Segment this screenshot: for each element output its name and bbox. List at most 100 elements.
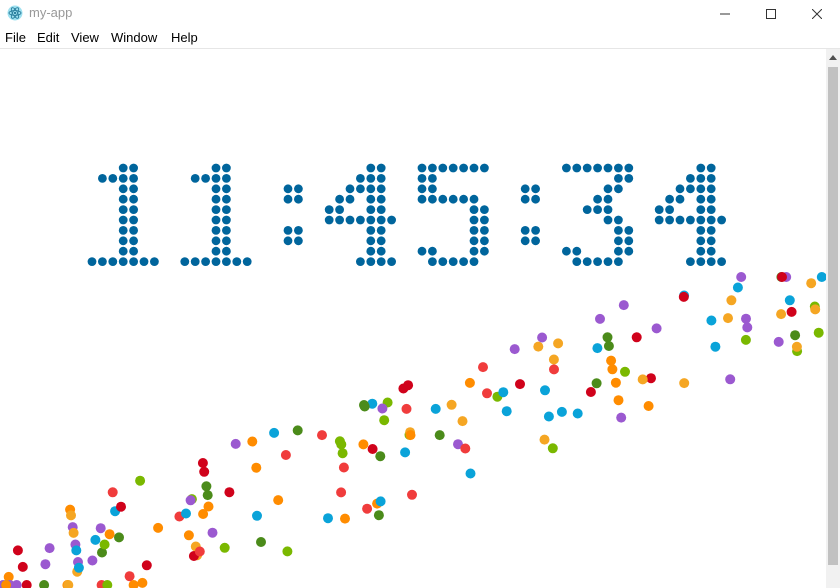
ball (810, 304, 821, 315)
vertical-scrollbar[interactable] (826, 49, 840, 588)
clock-dot (335, 194, 344, 204)
ball (141, 560, 152, 571)
clock-dot (345, 215, 355, 225)
maximize-button[interactable] (748, 0, 794, 28)
ball (336, 439, 347, 450)
ball (116, 501, 126, 512)
close-button[interactable] (794, 0, 840, 28)
clock-dot (717, 257, 726, 266)
clock-dot (469, 236, 479, 246)
ball (153, 522, 164, 533)
clock-dot (706, 205, 716, 215)
clock-dot (366, 163, 376, 173)
clock-dot (614, 174, 623, 183)
ball (128, 580, 139, 588)
clock-dot (283, 236, 293, 246)
clock-digit (324, 163, 396, 266)
clock-dot (438, 257, 448, 266)
ball (725, 374, 736, 385)
minimize-button[interactable] (702, 0, 748, 28)
ball (741, 313, 751, 324)
clock-dot (294, 226, 303, 235)
ball (90, 534, 101, 545)
ball (813, 327, 824, 338)
ball (606, 355, 617, 366)
clock-digit (87, 163, 159, 266)
clock-dot (428, 194, 437, 204)
clock-dot (603, 163, 613, 173)
clock-dot (118, 184, 128, 194)
clock-digit (417, 163, 489, 266)
ball (401, 403, 412, 414)
ball (539, 434, 550, 445)
menu-window[interactable]: Window (111, 30, 157, 45)
clock-dot (696, 246, 706, 256)
clock-dot (222, 246, 231, 256)
clock-dot (448, 163, 458, 173)
ball (591, 378, 602, 389)
clock-dot (129, 205, 139, 215)
clock-dot (696, 215, 706, 225)
clock-dot (118, 163, 128, 173)
clock-dot (376, 205, 386, 215)
clock-dot (520, 226, 530, 235)
ball (434, 430, 445, 441)
ball (375, 451, 386, 462)
clock-dot (180, 257, 190, 266)
clock-dot (222, 174, 231, 183)
clock-dot (294, 194, 303, 204)
clock-dot (366, 236, 376, 246)
clock-dot (686, 174, 695, 183)
ball (777, 272, 787, 282)
clock-dot (129, 163, 139, 173)
clock-dot (696, 205, 706, 215)
menu-edit[interactable]: Edit (37, 30, 59, 45)
ball (620, 366, 630, 377)
clock-dot (520, 184, 530, 194)
ball (73, 562, 84, 573)
clock-dot (345, 194, 355, 204)
clock-dot (480, 246, 489, 256)
clock-dot (376, 246, 386, 256)
clock-dot (118, 205, 128, 215)
clock-dot (469, 194, 479, 204)
clock-dot (376, 174, 386, 183)
ball (207, 527, 218, 538)
clock-dot (417, 194, 427, 204)
ball (465, 468, 476, 479)
clock-dot (696, 163, 706, 173)
clock-dot (118, 246, 128, 256)
clock-dot (324, 215, 334, 225)
menu-file[interactable]: File (5, 30, 26, 45)
ball (230, 438, 241, 449)
clock-dot (222, 257, 231, 266)
clock-dot (696, 194, 706, 204)
scroll-thumb[interactable] (828, 67, 838, 565)
ball (17, 561, 28, 572)
clock-dot (324, 205, 334, 215)
clock-dot (603, 257, 613, 266)
ball (95, 523, 106, 534)
ball (549, 364, 559, 375)
ball (430, 403, 441, 414)
clock-dot (98, 174, 107, 183)
clock-dot (696, 226, 706, 235)
clock-dot (118, 257, 128, 266)
menu-help[interactable]: Help (171, 30, 198, 45)
ball (219, 542, 230, 553)
scroll-up-arrow-icon[interactable] (826, 49, 840, 65)
clock-dot (706, 194, 716, 204)
clock-dot (376, 226, 386, 235)
clock-dot (366, 257, 376, 266)
clock-dot (118, 236, 128, 246)
menu-view[interactable]: View (71, 30, 99, 45)
ball (726, 295, 737, 306)
menu-bar: File Edit View Window Help (0, 28, 840, 49)
ball (137, 577, 148, 588)
clock-dot (98, 257, 107, 266)
ball (375, 496, 386, 507)
clock-dot (139, 257, 149, 266)
clock-dot (232, 257, 242, 266)
clock-digit (180, 163, 252, 266)
clock-dot (531, 194, 540, 204)
